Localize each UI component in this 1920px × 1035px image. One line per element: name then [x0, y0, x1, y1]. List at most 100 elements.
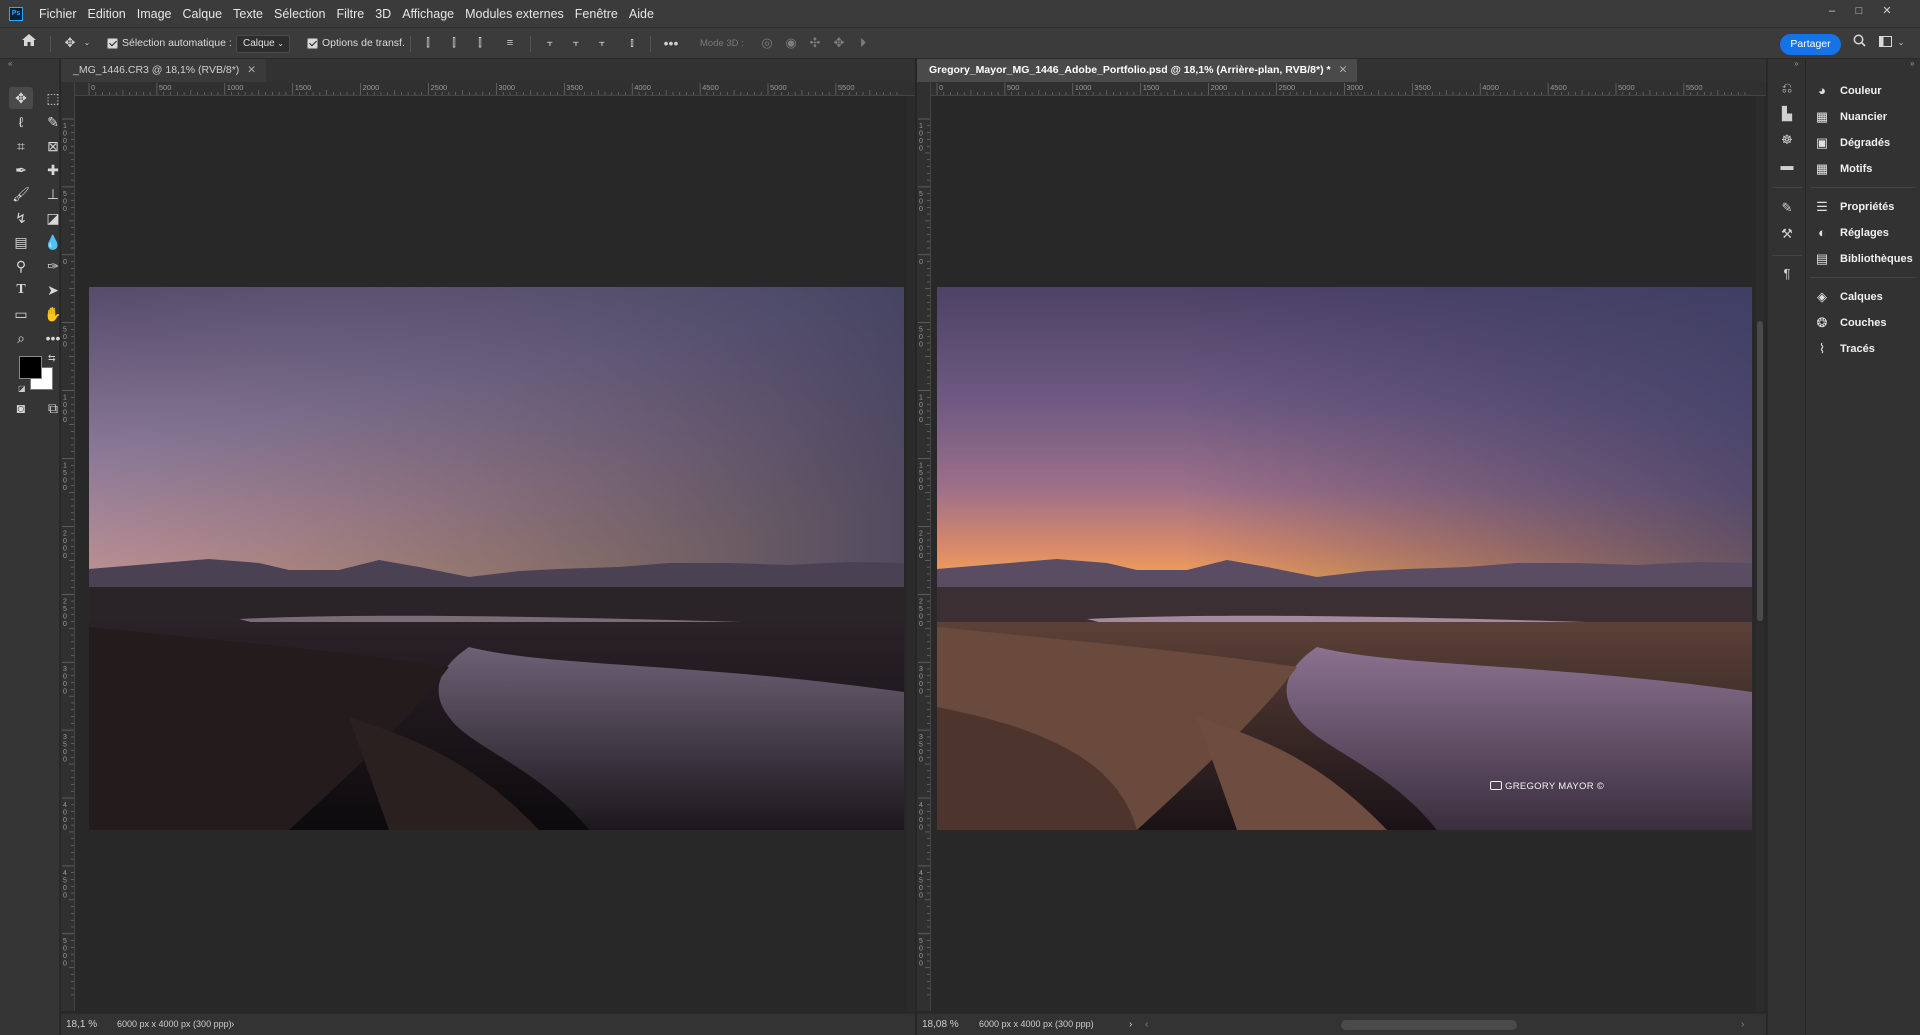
maximize-button[interactable]: □: [1852, 4, 1866, 18]
align-bottom-icon[interactable]: ⫟: [594, 28, 610, 58]
share-button[interactable]: Partager: [1780, 34, 1841, 55]
panel-proprietes[interactable]: ☰ Propriétés: [1814, 197, 1894, 217]
align-center-icon[interactable]: ⫿: [446, 28, 462, 58]
drag-3d-icon[interactable]: ✣: [806, 28, 824, 58]
close-window-button[interactable]: ✕: [1880, 4, 1894, 18]
distribute-icon[interactable]: ≡: [502, 28, 518, 58]
status-menu-arrow-icon[interactable]: ›: [1129, 1014, 1132, 1035]
ruler-label: 5: [63, 938, 67, 945]
horizontal-scrollbar-thumb[interactable]: [1341, 1020, 1517, 1030]
panel-calques[interactable]: ◈ Calques: [1814, 287, 1883, 307]
auto-select-checkbox[interactable]: [107, 38, 118, 49]
brush-settings-icon[interactable]: ✎: [1778, 199, 1796, 217]
history-icon[interactable]: ⎌: [1778, 79, 1796, 97]
foreground-color-swatch-front[interactable]: [19, 356, 42, 379]
gradient-tool-icon[interactable]: ▤: [9, 231, 33, 253]
panel-nuancier[interactable]: ▦ Nuancier: [1814, 107, 1887, 127]
collapse-panels-icon[interactable]: »: [1794, 59, 1798, 68]
lasso-tool-icon[interactable]: ℓ: [9, 111, 33, 133]
menu-filtre[interactable]: Filtre: [332, 7, 371, 21]
panel-degrades[interactable]: ▣ Dégradés: [1814, 133, 1890, 153]
zoom-tool-icon[interactable]: ⌕: [9, 327, 33, 349]
menu-texte[interactable]: Texte: [229, 7, 270, 21]
panel-label: Motifs: [1840, 163, 1873, 175]
eyedropper-tool-icon[interactable]: ✒: [9, 159, 33, 181]
vertical-scrollbar-thumb[interactable]: [1757, 321, 1763, 621]
panel-couches[interactable]: ❂ Couches: [1814, 313, 1887, 333]
menu-modules-externes[interactable]: Modules externes: [461, 7, 571, 21]
paragraph-icon[interactable]: ¶: [1778, 265, 1796, 283]
zoom-level[interactable]: 18,1 %: [66, 1014, 97, 1035]
ruler-label: 5: [919, 742, 923, 749]
slide-3d-icon[interactable]: ✥: [830, 28, 848, 58]
roll-3d-icon[interactable]: ◉: [782, 28, 800, 58]
move-tool-icon[interactable]: ✥: [60, 28, 80, 58]
layer-select-dropdown[interactable]: Calque ⌄: [236, 35, 290, 53]
menu-selection[interactable]: Sélection: [270, 7, 332, 21]
vertical-scrollbar[interactable]: [907, 96, 915, 1011]
align-middle-icon[interactable]: ⫟: [568, 28, 584, 58]
rectangle-tool-icon[interactable]: ▭: [9, 303, 33, 325]
menu-3d[interactable]: 3D: [371, 7, 398, 21]
histogram-icon[interactable]: ▙: [1778, 105, 1796, 123]
ruler-label: 0: [919, 334, 923, 341]
vertical-scrollbar[interactable]: [1756, 96, 1764, 1011]
ruler-label: 2: [919, 598, 923, 605]
status-menu-arrow-icon[interactable]: ›: [231, 1014, 234, 1035]
ruler-label: 1500: [295, 83, 312, 92]
menu-edition[interactable]: Edition: [84, 7, 133, 21]
panel-couleur[interactable]: ◕ Couleur: [1814, 81, 1882, 101]
align-top-icon[interactable]: ⫟: [542, 28, 558, 58]
search-icon[interactable]: [1850, 28, 1868, 58]
align-left-icon[interactable]: ⫿: [420, 28, 436, 58]
document-tab-1[interactable]: _MG_1446.CR3 @ 18,1% (RVB/8*) ✕: [61, 59, 267, 82]
crop-tool-icon[interactable]: ⌗: [9, 135, 33, 157]
menu-calque[interactable]: Calque: [179, 7, 230, 21]
menu-fichier[interactable]: Fichier: [35, 7, 84, 21]
close-tab-icon[interactable]: ✕: [247, 64, 256, 76]
more-options-icon[interactable]: •••: [660, 28, 682, 58]
move-tool-icon[interactable]: ✥: [9, 87, 33, 109]
panel-traces[interactable]: ⌇ Tracés: [1814, 339, 1875, 359]
scroll-right-icon[interactable]: ›: [1741, 1014, 1744, 1035]
original-raw-photo[interactable]: [89, 287, 904, 830]
distribute-vertical-icon[interactable]: ⫾: [624, 28, 640, 58]
tool-preset-chevron-icon[interactable]: ⌄: [82, 28, 92, 58]
scroll-left-icon[interactable]: ‹: [1145, 1014, 1148, 1035]
horizontal-ruler-ticks: 0 500 1000 1500 2000 2500 3000 3500 4000 4500 5000…: [936, 83, 1746, 95]
document-tab-2[interactable]: Gregory_Mayor_MG_1446_Adobe_Portfolio.ps…: [917, 59, 1358, 82]
collapse-arrows-icon[interactable]: «: [8, 59, 12, 68]
quick-mask-icon[interactable]: ◙: [9, 397, 33, 419]
close-tab-icon[interactable]: ✕: [1339, 64, 1348, 76]
zoom-level[interactable]: 18,08 %: [922, 1014, 959, 1035]
transform-options-checkbox[interactable]: [307, 38, 318, 49]
menu-aide[interactable]: Aide: [625, 7, 661, 21]
default-colors-icon[interactable]: ◪: [18, 384, 26, 393]
ruler-label: 3500: [566, 83, 583, 92]
dodge-tool-icon[interactable]: ⚲: [9, 255, 33, 277]
menu-image[interactable]: Image: [133, 7, 179, 21]
panel-reglages[interactable]: ◐ Réglages: [1814, 223, 1889, 243]
workspace-chevron-icon[interactable]: ⌄: [1896, 28, 1906, 58]
collapse-dock-icon[interactable]: »: [1910, 59, 1914, 68]
minimize-button[interactable]: –: [1825, 4, 1839, 18]
navigator-icon[interactable]: ☸: [1778, 131, 1796, 149]
align-right-icon[interactable]: ⫿: [472, 28, 488, 58]
tool-presets-icon[interactable]: ⚒: [1778, 225, 1796, 243]
comments-icon[interactable]: ▬: [1778, 157, 1796, 175]
history-brush-tool-icon[interactable]: ↯: [9, 207, 33, 229]
brush-tool-icon[interactable]: 🖌: [9, 183, 33, 205]
swap-colors-icon[interactable]: ⇆: [48, 353, 56, 364]
panel-bibliotheques[interactable]: ▤ Bibliothèques: [1814, 249, 1913, 269]
scale-3d-icon[interactable]: ⏵: [854, 28, 872, 58]
menu-fenetre[interactable]: Fenêtre: [571, 7, 625, 21]
swatches-icon: ▦: [1815, 109, 1829, 124]
panel-motifs[interactable]: ▦ Motifs: [1814, 159, 1873, 179]
home-icon[interactable]: [18, 28, 40, 58]
edited-photo[interactable]: GREGORY MAYOR ©: [937, 287, 1752, 830]
orbit-3d-icon[interactable]: ◎: [758, 28, 776, 58]
ruler-label: 2: [63, 598, 67, 605]
menu-affichage[interactable]: Affichage: [398, 7, 461, 21]
type-tool-icon[interactable]: T: [9, 279, 33, 301]
workspace-icon[interactable]: [1876, 28, 1894, 58]
